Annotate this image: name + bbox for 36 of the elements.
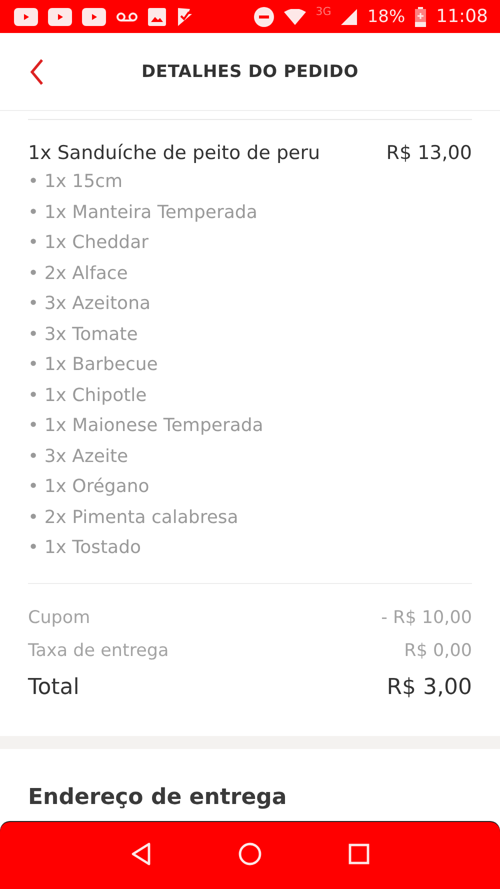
do-not-disturb-icon <box>254 6 274 26</box>
play-icon <box>48 8 72 26</box>
item-option: • 1x Orégano <box>28 472 472 502</box>
image-icon <box>148 8 166 26</box>
voicemail-icon <box>116 12 138 22</box>
item-option: • 1x Maionese Temperada <box>28 411 472 442</box>
item-option: • 3x Tomate <box>28 320 472 350</box>
wifi-icon <box>284 8 306 24</box>
item-option: • 2x Pimenta calabresa <box>28 502 472 533</box>
summary-value: R$ 0,00 <box>404 640 472 662</box>
item-option: • 1x 15cm <box>28 167 472 198</box>
section-title: Endereço de entrega <box>28 784 288 810</box>
item-option: • 1x Cheddar <box>28 228 472 258</box>
item-option: • 1x Barbecue <box>28 350 472 380</box>
item-option: • 3x Azeitona <box>28 289 472 320</box>
battery-percentage: 18% <box>367 6 406 26</box>
summary-value: R$ 3,00 <box>386 674 472 702</box>
item-price: R$ 13,00 <box>386 142 472 164</box>
item-option: • 1x Manteira Temperada <box>28 198 472 228</box>
battery-icon <box>415 6 426 26</box>
network-type: 3G <box>316 5 332 18</box>
play-icon <box>14 8 38 26</box>
summary-value: - R$ 10,00 <box>381 606 472 630</box>
clock: 11:08 <box>436 6 488 27</box>
item-option: • 2x Alface <box>28 258 472 289</box>
checkmark-icon <box>176 6 194 26</box>
page-title: DETALHES DO PEDIDO <box>142 62 358 82</box>
item-option: • 1x Chipotle <box>28 380 472 411</box>
item-option: • 3x Azeite <box>28 442 472 472</box>
summary-label: Taxa de entrega <box>28 640 169 662</box>
item-name: 1x Sanduíche de peito de peru <box>28 142 320 164</box>
summary-label: Total <box>28 674 80 702</box>
summary-label: Cupom <box>28 606 90 630</box>
signal-icon <box>341 8 358 24</box>
item-option: • 1x Tostado <box>28 533 472 564</box>
play-icon <box>82 8 106 26</box>
